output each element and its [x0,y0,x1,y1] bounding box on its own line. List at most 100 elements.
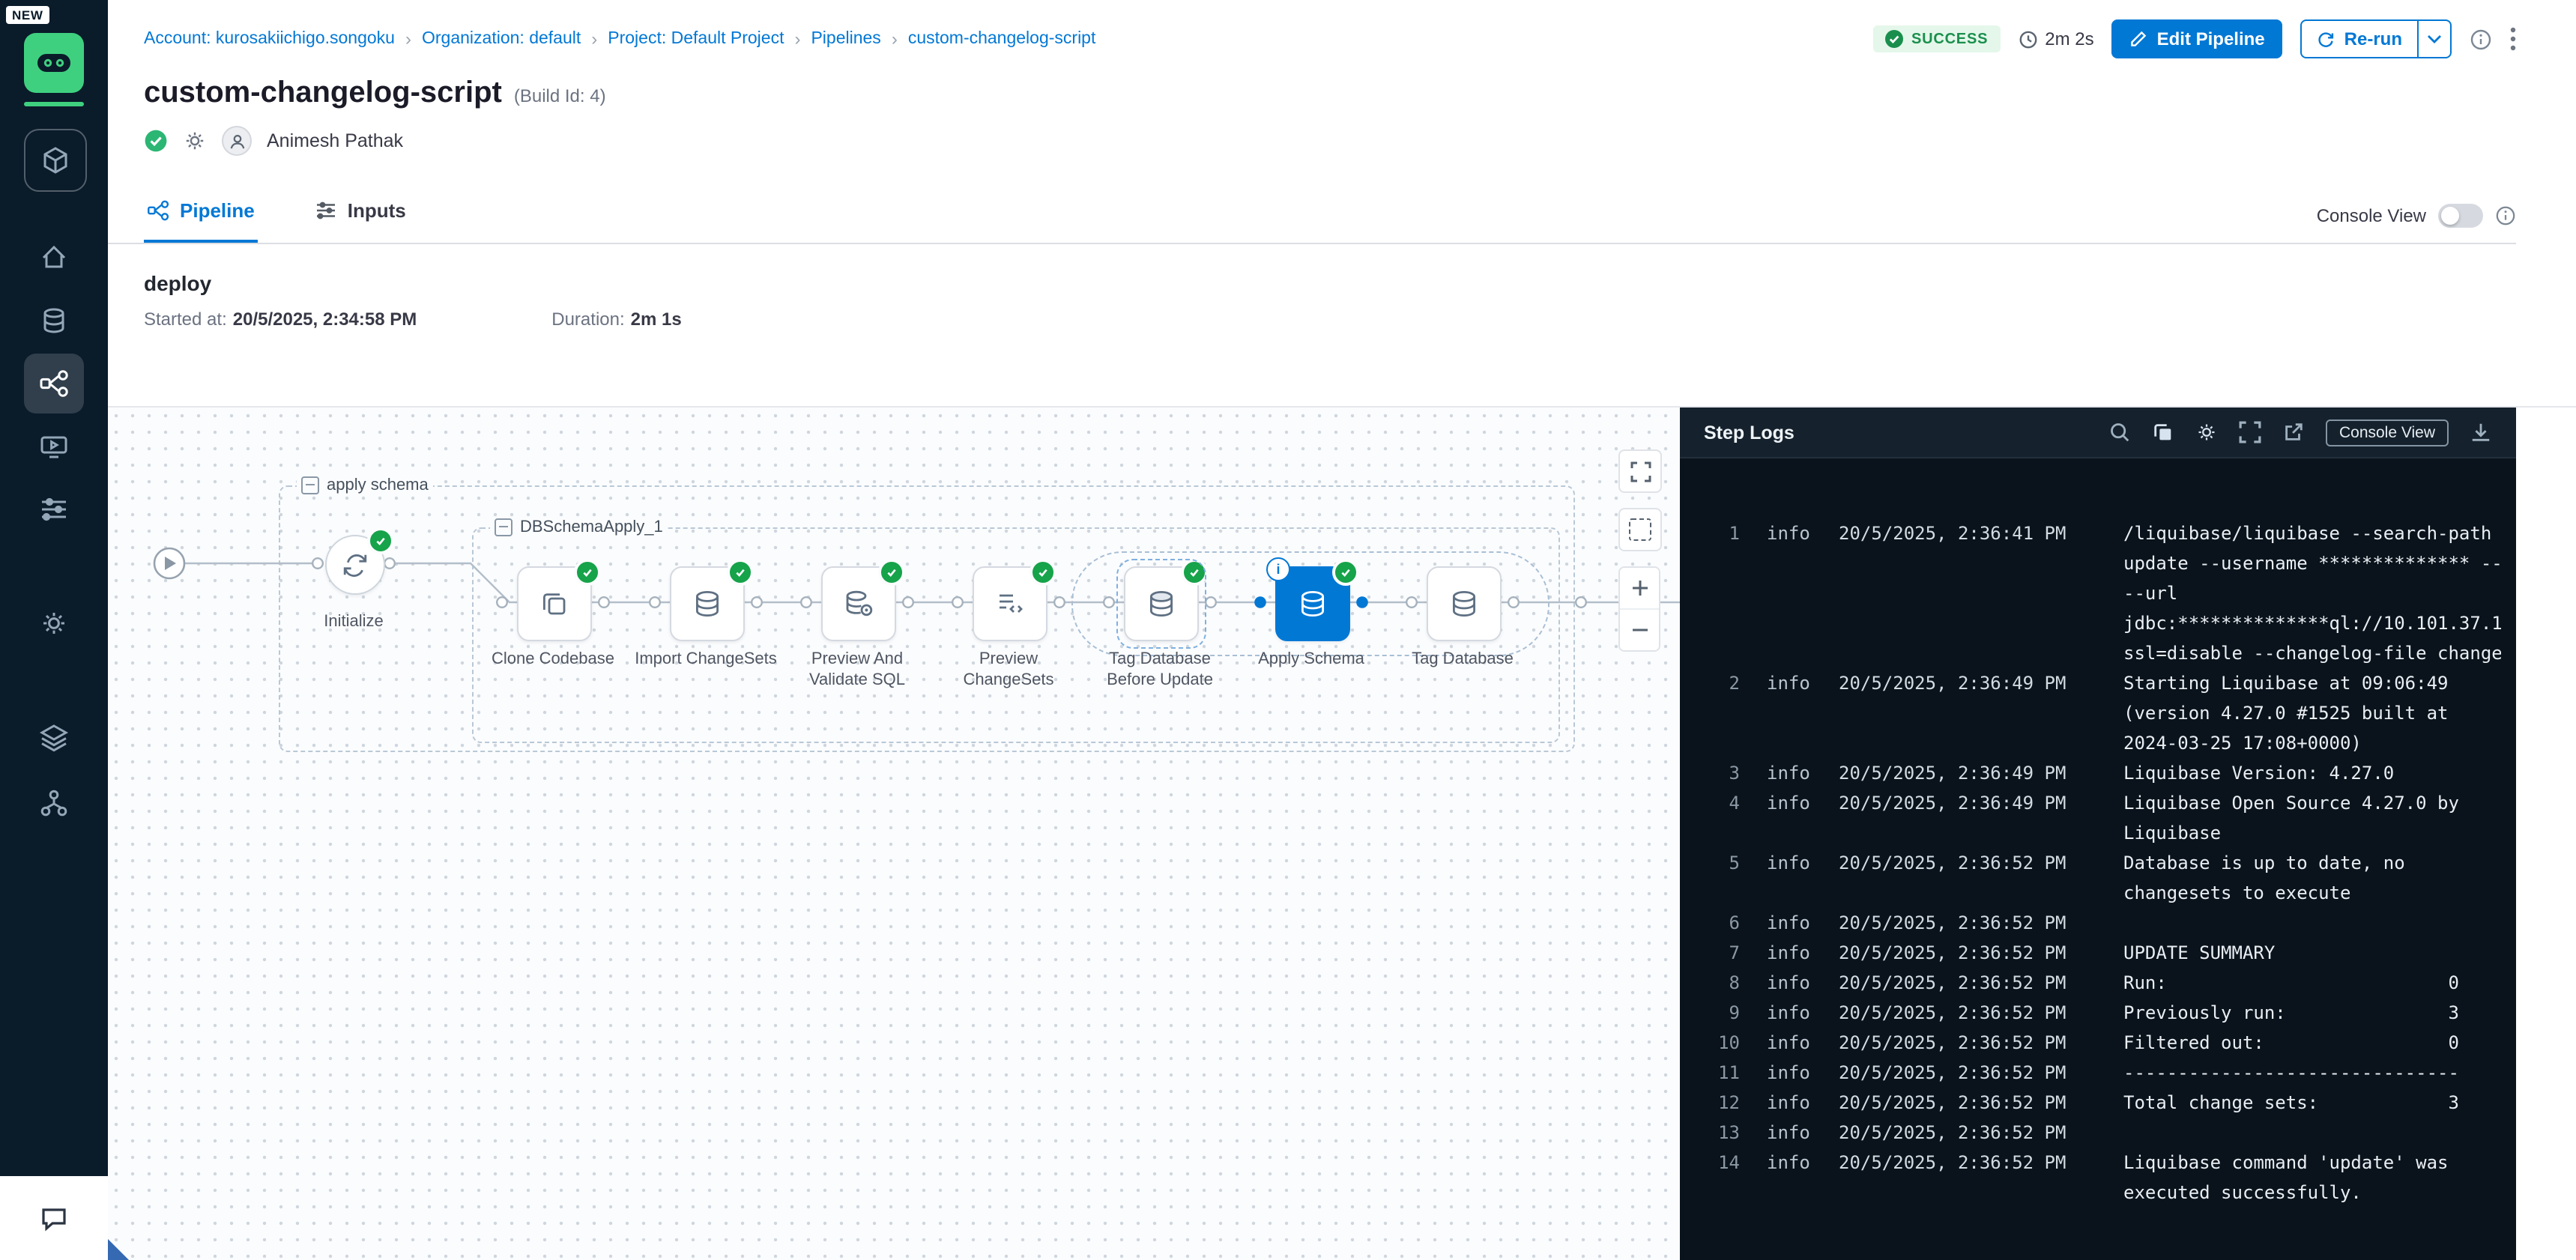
collapse-icon[interactable] [495,518,513,536]
log-row: 12 info 20/5/2025, 2:36:52 PM Total chan… [1704,1088,2492,1118]
external-link-icon[interactable] [2282,421,2305,443]
gear-icon[interactable] [183,129,207,153]
refresh-icon [2318,30,2335,48]
node-apply-schema[interactable]: i [1275,566,1350,641]
step-group-label[interactable]: DBSchemaApply_1 [490,518,668,536]
log-level: info [1767,1088,1815,1118]
app-root: NEW [0,0,2576,1260]
page-title: custom-changelog-script [144,76,502,111]
log-time: 20/5/2025, 2:36:49 PM [1839,668,2072,758]
chat-icon[interactable] [39,1203,69,1233]
breadcrumb-pipeline-name[interactable]: custom-changelog-script [908,30,1096,48]
node-initialize[interactable] [325,535,385,595]
log-time: 20/5/2025, 2:36:52 PM [1839,998,2072,1028]
executions-icon[interactable] [24,417,84,476]
success-check-icon [367,527,394,554]
chevron-right-icon: › [405,28,411,49]
log-row: 7 info 20/5/2025, 2:36:52 PM UPDATE SUMM… [1704,938,2492,968]
log-line-number: 9 [1704,998,1740,1028]
layers-icon[interactable] [24,707,84,767]
fullscreen-icon[interactable] [2239,421,2261,443]
log-level: info [1767,1028,1815,1058]
status-text: SUCCESS [1911,31,1988,47]
connector-layer [108,408,1680,1260]
console-view-button[interactable]: Console View [2326,419,2449,446]
breadcrumb-pipelines[interactable]: Pipelines [811,30,880,48]
info-icon[interactable] [2470,28,2492,50]
module-picker-icon[interactable] [24,129,87,192]
log-time: 20/5/2025, 2:36:52 PM [1839,1028,2072,1058]
node-label: Clone Codebase [481,650,625,670]
log-row: 10 info 20/5/2025, 2:36:52 PM Filtered o… [1704,1028,2492,1058]
stage-group-label[interactable]: apply schema [297,476,433,494]
log-message: UPDATE SUMMARY [2123,938,2501,968]
log-time: 20/5/2025, 2:36:52 PM [1839,938,2072,968]
download-icon[interactable] [2470,421,2492,443]
tab-pipeline[interactable]: Pipeline [144,199,258,243]
log-message: Starting Liquibase at 09:06:49 (version … [2123,668,2501,758]
log-time: 20/5/2025, 2:36:52 PM [1839,968,2072,998]
log-level: info [1767,788,1815,848]
node-preview-changesets[interactable] [973,566,1047,641]
node-import-changesets[interactable] [670,566,745,641]
node-preview-validate-sql[interactable] [821,566,896,641]
breadcrumb-project[interactable]: Project: Default Project [608,30,784,48]
node-tag-database[interactable] [1427,566,1502,641]
console-view-toggle[interactable] [2438,204,2483,228]
log-time: 20/5/2025, 2:36:52 PM [1839,1118,2072,1148]
pipeline-canvas[interactable]: apply schema DBSchemaApply_1 [108,408,1680,1260]
database-icon[interactable] [24,291,84,351]
organization-icon[interactable] [24,773,84,833]
marquee-select-icon[interactable] [1618,508,1662,551]
copy-icon[interactable] [2152,421,2174,443]
log-row: 9 info 20/5/2025, 2:36:52 PM Previously … [1704,998,2492,1028]
zoom-out-icon[interactable] [1620,610,1660,650]
log-message [2123,908,2501,938]
collapse-icon[interactable] [301,476,319,494]
expand-icon[interactable] [1618,449,1662,493]
log-level: info [1767,968,1815,998]
search-icon[interactable] [2108,421,2131,443]
node-label: Tag Database [1391,650,1535,670]
filters-icon[interactable] [24,479,84,539]
log-time: 20/5/2025, 2:36:49 PM [1839,788,2072,848]
kebab-menu-icon[interactable] [2510,27,2516,51]
info-icon[interactable] [2495,205,2516,226]
node-tag-database-before-update[interactable] [1124,566,1199,641]
title-row: custom-changelog-script (Build Id: 4) [108,58,2576,111]
log-level: info [1767,1148,1815,1208]
home-icon[interactable] [24,228,84,288]
stage-summary: deploy Started at:20/5/2025, 2:34:58 PM … [108,244,2576,388]
gear-icon[interactable] [24,593,84,653]
pipelines-icon[interactable] [24,354,84,414]
log-time: 20/5/2025, 2:36:49 PM [1839,758,2072,788]
gear-icon[interactable] [2195,421,2218,443]
node-clone-codebase[interactable] [517,566,592,641]
meta-row: Animesh Pathak [108,111,2576,156]
stage-name: deploy [144,271,2540,295]
breadcrumb-organization[interactable]: Organization: default [422,30,581,48]
tab-inputs[interactable]: Inputs [312,199,409,243]
sidebar-bottom [0,1176,108,1260]
success-check-icon [1332,559,1359,586]
log-line-number: 7 [1704,938,1740,968]
breadcrumb-account[interactable]: Account: kurosakiichigo.songoku [144,30,395,48]
log-message: Liquibase command 'update' was executed … [2123,1148,2501,1208]
log-lines[interactable]: 1 info 20/5/2025, 2:36:41 PM /liquibase/… [1680,458,2516,1260]
success-check-icon [1030,559,1056,586]
canvas-corner-widget[interactable] [108,1239,129,1260]
top-bar: Account: kurosakiichigo.songoku › Organiz… [108,0,2576,58]
main-content: Account: kurosakiichigo.songoku › Organiz… [108,0,2576,1260]
rerun-button[interactable]: Re-run [2301,19,2452,58]
sidebar: NEW [0,0,108,1260]
log-time: 20/5/2025, 2:36:52 PM [1839,908,2072,938]
zoom-in-icon[interactable] [1620,568,1660,610]
author-name: Animesh Pathak [267,130,403,151]
rerun-dropdown[interactable] [2417,21,2450,57]
log-level: info [1767,848,1815,908]
app-logo[interactable] [24,33,84,93]
log-row: 1 info 20/5/2025, 2:36:41 PM /liquibase/… [1704,518,2492,668]
edit-pipeline-button[interactable]: Edit Pipeline [2112,19,2283,58]
log-time: 20/5/2025, 2:36:41 PM [1839,518,2072,668]
avatar [222,126,252,156]
